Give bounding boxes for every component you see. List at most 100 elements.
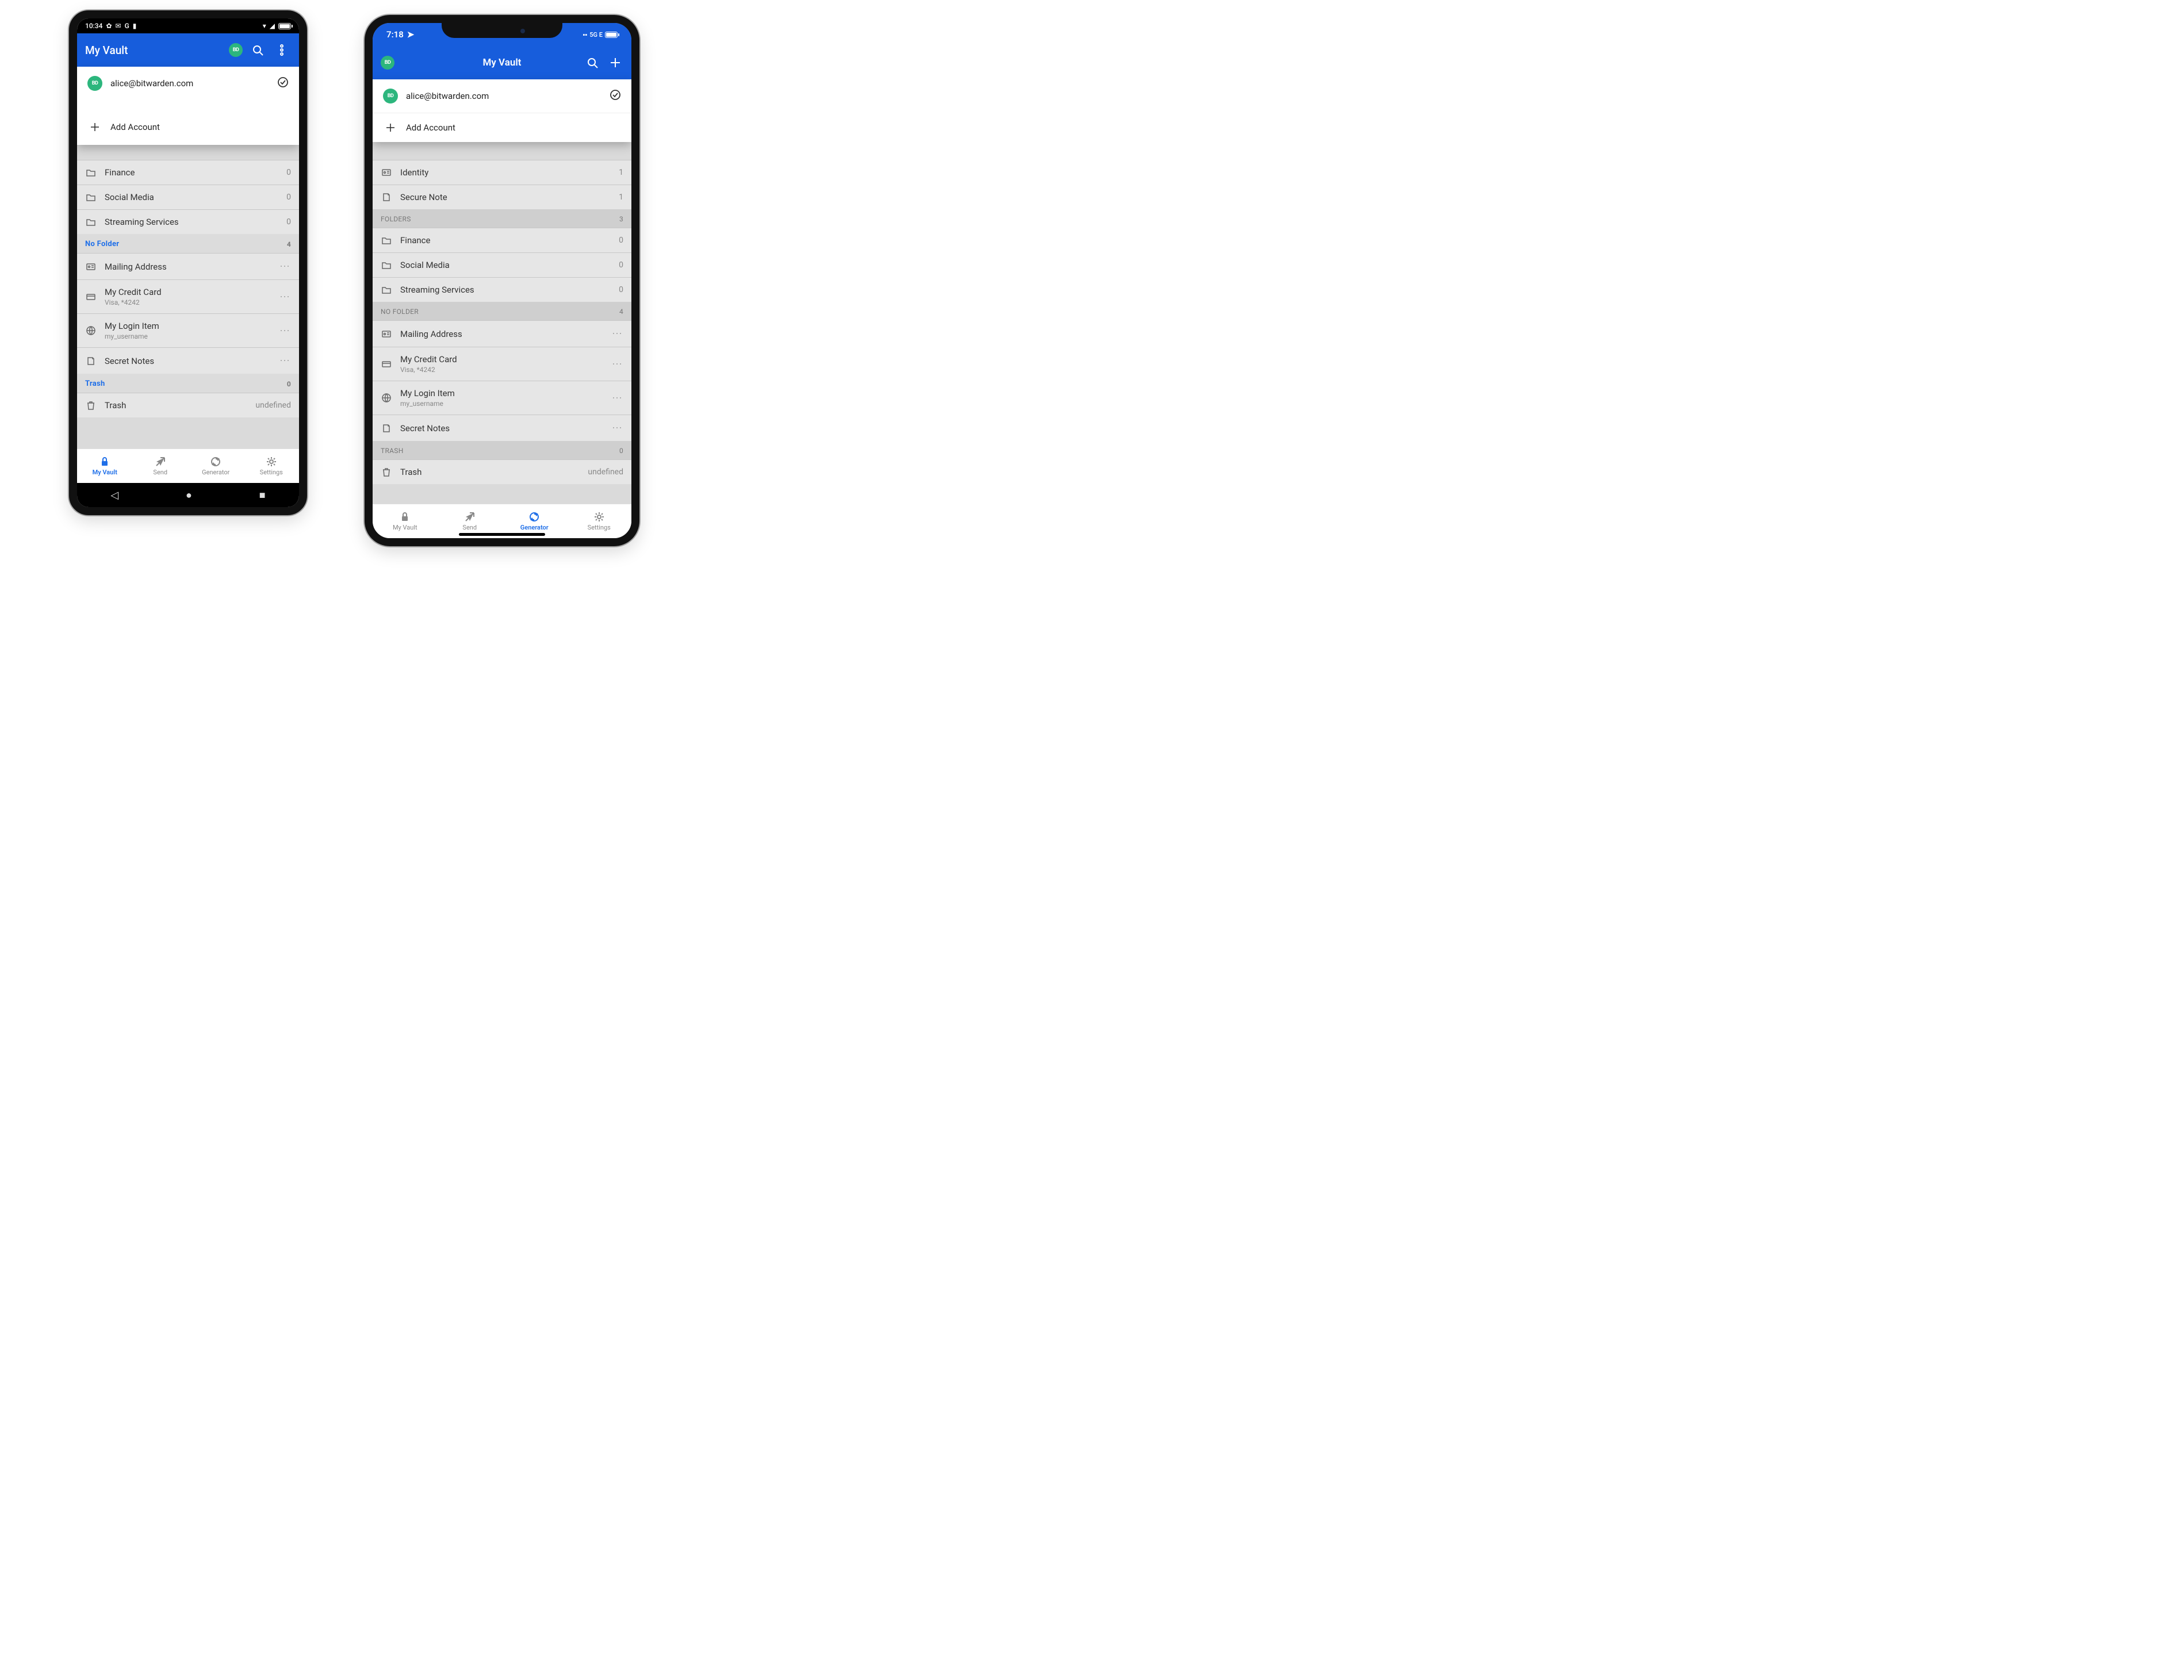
tab-label: Send [462, 524, 477, 531]
type-row[interactable]: Secure Note 1 [373, 185, 631, 209]
row-count: 0 [286, 193, 291, 202]
tab-label: My Vault [393, 524, 417, 531]
add-account-row[interactable]: Add Account [77, 107, 299, 145]
item-menu-button[interactable]: ⋯ [279, 355, 291, 367]
search-button[interactable] [583, 53, 601, 72]
item-row[interactable]: My Credit Card Visa, *4242 ⋯ [373, 347, 631, 381]
row-label: Secure Note [400, 192, 447, 202]
identity-icon [381, 167, 392, 178]
recents-button[interactable]: ■ [259, 489, 266, 501]
lead-icon [85, 325, 97, 336]
search-icon [251, 44, 264, 56]
send-icon [155, 456, 166, 467]
folder-row[interactable]: Social Media 0 [373, 252, 631, 277]
note-icon [86, 356, 96, 366]
signal-icon: ▪▪ [583, 31, 587, 39]
tab-generator[interactable]: Generator [188, 449, 244, 483]
account-selected-check [610, 89, 621, 103]
search-button[interactable] [248, 41, 267, 59]
tab-settings[interactable]: Settings [567, 504, 632, 538]
item-row[interactable]: Mailing Address ⋯ [77, 253, 299, 279]
folder-row[interactable]: Streaming Services 0 [373, 277, 631, 302]
account-row[interactable]: BD alice@bitwarden.com [373, 79, 631, 113]
section-header: TRASH 0 [373, 441, 631, 459]
item-row[interactable]: Secret Notes ⋯ [77, 347, 299, 374]
home-button[interactable]: ● [186, 489, 192, 501]
battery-icon [278, 23, 291, 29]
lead-icon [381, 393, 392, 403]
folder-row[interactable]: Streaming Services 0 [77, 209, 299, 234]
network-label: 5G E [589, 31, 603, 39]
row-label: Finance [105, 167, 135, 178]
gear-icon [266, 456, 277, 467]
lead-icon [381, 235, 392, 246]
row-count: 0 [286, 168, 291, 177]
tab-label: Generator [520, 524, 549, 531]
lock-icon [399, 511, 411, 523]
account-avatar-small: BD [383, 89, 398, 103]
item-row[interactable]: Mailing Address ⋯ [373, 320, 631, 347]
item-menu-button[interactable]: ⋯ [279, 291, 291, 303]
tab-my vault[interactable]: My Vault [373, 504, 438, 538]
tab-send[interactable]: Send [133, 449, 189, 483]
lead-icon [85, 192, 97, 202]
tab-my vault[interactable]: My Vault [77, 449, 133, 483]
lead-icon [85, 217, 97, 227]
note-icon [381, 192, 392, 202]
type-row[interactable]: Identity 1 [373, 160, 631, 185]
row-count: 1 [619, 168, 623, 177]
trash-icon [86, 400, 96, 411]
search-icon [586, 56, 599, 69]
android-statusbar: 10:34 ✿ ✉ G ▮ ▾ ◢ [77, 18, 299, 33]
item-menu-button[interactable]: ⋯ [612, 422, 623, 434]
globe-icon [381, 393, 392, 403]
folder-icon [381, 260, 392, 270]
row-subtitle: Visa, *4242 [400, 366, 604, 374]
folder-row[interactable]: Finance 0 [77, 160, 299, 185]
sim-icon: ▮ [133, 22, 137, 30]
item-menu-button[interactable]: ⋯ [612, 392, 623, 404]
row-label: Finance [400, 235, 430, 246]
trash-icon [381, 467, 392, 477]
account-avatar[interactable]: BD [229, 43, 243, 57]
overflow-button[interactable] [273, 41, 291, 59]
lead-icon [381, 467, 392, 477]
row-label: Secret Notes [400, 423, 450, 434]
account-row[interactable]: BD alice@bitwarden.com [77, 67, 299, 107]
lead-icon [85, 356, 97, 366]
tab-settings[interactable]: Settings [244, 449, 300, 483]
notch [442, 21, 562, 38]
tab-label: Send [153, 469, 167, 476]
add-button[interactable] [606, 53, 624, 72]
section-title: FOLDERS [381, 215, 411, 223]
section-count: 0 [619, 447, 623, 455]
android-appbar: My Vault BD [77, 33, 299, 67]
identity-icon [86, 262, 96, 272]
home-indicator[interactable] [459, 533, 545, 536]
folder-icon [86, 167, 96, 178]
tab-label: Generator [202, 469, 229, 476]
item-row[interactable]: Secret Notes ⋯ [373, 415, 631, 441]
folder-icon [86, 192, 96, 202]
item-menu-button[interactable]: ⋯ [279, 260, 291, 273]
item-menu-button[interactable]: ⋯ [612, 358, 623, 370]
trash-row[interactable]: Trash undefined [77, 393, 299, 417]
item-row[interactable]: My Login Item my_username ⋯ [373, 381, 631, 415]
back-button[interactable]: ◁ [110, 489, 118, 501]
folder-row[interactable]: Social Media 0 [77, 185, 299, 209]
status-time: 10:34 [85, 22, 102, 30]
android-navbar: ◁ ● ■ [77, 483, 299, 507]
folder-row[interactable]: Finance 0 [373, 228, 631, 252]
add-account-label: Add Account [406, 122, 455, 133]
row-label: My Credit Card [400, 354, 457, 365]
card-icon [86, 291, 96, 302]
item-row[interactable]: My Credit Card Visa, *4242 ⋯ [77, 279, 299, 313]
tab-label: My Vault [93, 469, 117, 476]
trash-row[interactable]: Trash undefined [373, 459, 631, 484]
section-title: No Folder [85, 240, 119, 248]
add-account-row[interactable]: Add Account [373, 113, 631, 142]
item-row[interactable]: My Login Item my_username ⋯ [77, 313, 299, 347]
item-menu-button[interactable]: ⋯ [612, 328, 623, 340]
item-menu-button[interactable]: ⋯ [279, 325, 291, 337]
lead-icon [381, 192, 392, 202]
